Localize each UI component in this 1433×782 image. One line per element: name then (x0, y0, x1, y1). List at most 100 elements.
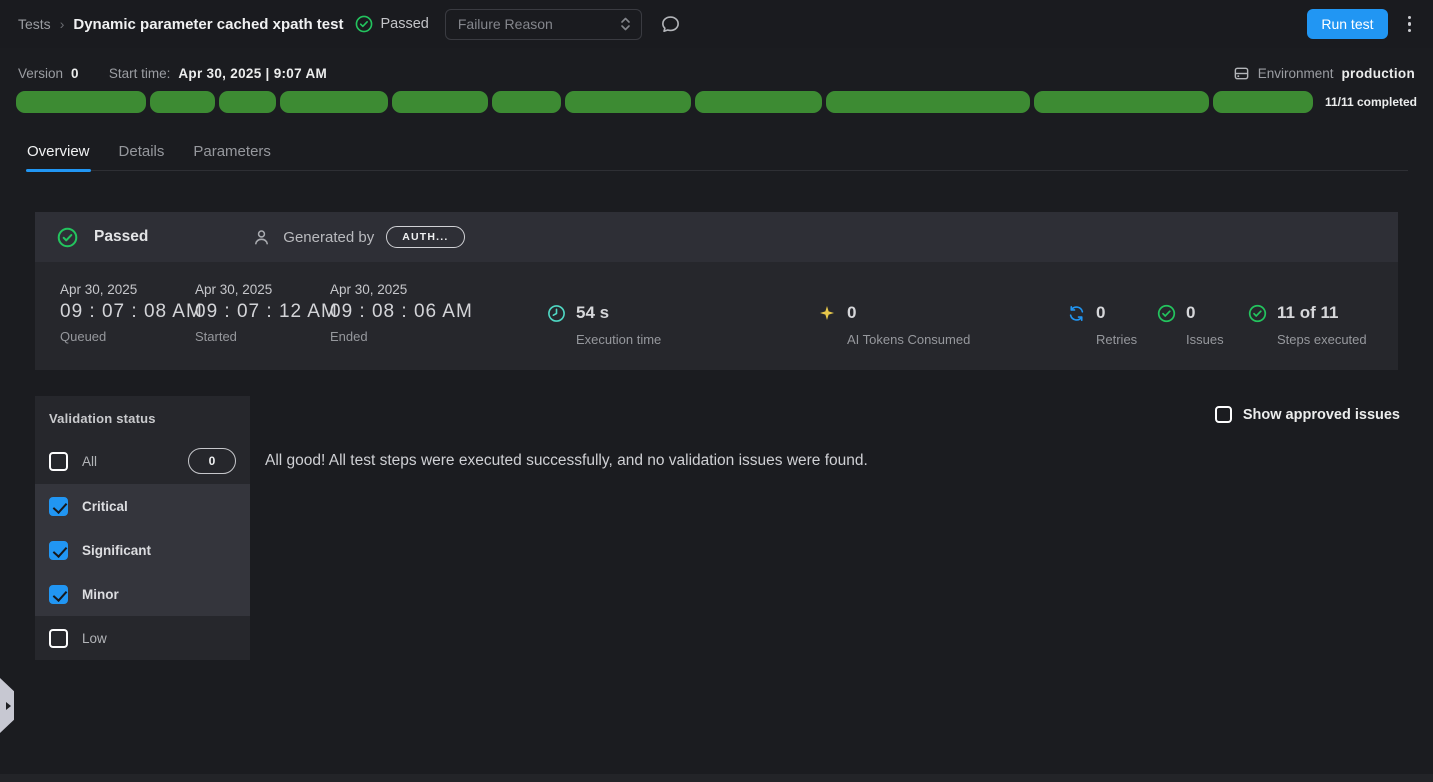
critical-checkbox[interactable] (49, 497, 68, 516)
metric-execution-time: 54 s Execution time (547, 303, 661, 347)
start-time-value: Apr 30, 2025 | 9:07 AM (178, 66, 327, 81)
show-approved-checkbox[interactable] (1215, 406, 1232, 423)
clock-icon (547, 303, 567, 323)
critical-label: Critical (82, 499, 128, 514)
metric-retries: 0 Retries (1067, 303, 1137, 347)
start-time-label: Start time: (109, 66, 171, 81)
significant-label: Significant (82, 543, 151, 558)
tab-parameters[interactable]: Parameters (192, 133, 272, 170)
filter-significant-row[interactable]: Significant (35, 528, 250, 572)
progress-segment (16, 91, 146, 113)
failure-reason-placeholder: Failure Reason (458, 16, 620, 32)
filter-low-row[interactable]: Low (35, 616, 250, 660)
generated-by-pill[interactable]: AUTH... (386, 226, 464, 248)
version-label: Version (18, 66, 63, 81)
progress-completed-label: 11/11 completed (1325, 95, 1417, 109)
filter-minor-row[interactable]: Minor (35, 572, 250, 616)
environment-label: Environment (1258, 66, 1334, 81)
tab-details[interactable]: Details (118, 133, 166, 170)
run-status-text: Passed (94, 228, 148, 246)
generated-by-label: Generated by (283, 229, 374, 246)
issues-label: Issues (1186, 332, 1224, 347)
progress-bar: 11/11 completed (16, 91, 1417, 113)
metric-ai-tokens: 0 AI Tokens Consumed (818, 303, 970, 347)
tab-bar: Overview Details Parameters (26, 133, 1408, 171)
all-count-badge: 0 (188, 448, 236, 474)
metric-steps-executed: 11 of 11 Steps executed (1248, 303, 1367, 347)
validation-status-title: Validation status (35, 396, 250, 438)
all-label: All (82, 454, 97, 469)
meta-row: Version 0 Start time: Apr 30, 2025 | 9:0… (0, 60, 1433, 86)
retries-label: Retries (1096, 332, 1137, 347)
progress-segment (392, 91, 488, 113)
progress-segment (280, 91, 388, 113)
issues-value: 0 (1186, 303, 1224, 323)
filter-critical-row[interactable]: Critical (35, 484, 250, 528)
run-summary-header: Passed Generated by AUTH... (35, 212, 1398, 262)
metric-issues: 0 Issues (1157, 303, 1224, 347)
low-label: Low (82, 631, 107, 646)
breadcrumb-separator: › (60, 16, 65, 32)
progress-segments (16, 91, 1313, 113)
check-circle-icon (1157, 303, 1177, 323)
ended-date: Apr 30, 2025 (330, 282, 473, 297)
timestamp-ended: Apr 30, 2025 09 : 08 : 06 AM Ended (330, 282, 473, 344)
queued-label: Queued (60, 329, 203, 344)
progress-segment (826, 91, 1029, 113)
progress-segment (492, 91, 562, 113)
top-bar: Tests › Dynamic parameter cached xpath t… (0, 0, 1433, 48)
more-menu-icon[interactable] (1408, 16, 1412, 33)
status-text: Passed (380, 16, 428, 32)
comment-icon[interactable] (660, 14, 681, 35)
environment-info: Environment production (1233, 65, 1415, 82)
progress-segment (1034, 91, 1209, 113)
no-issues-message: All good! All test steps were executed s… (265, 452, 868, 470)
started-time: 09 : 07 : 12 AM (195, 301, 338, 323)
timestamp-started: Apr 30, 2025 09 : 07 : 12 AM Started (195, 282, 338, 344)
ended-label: Ended (330, 329, 473, 344)
environment-value: production (1342, 66, 1416, 81)
started-label: Started (195, 329, 338, 344)
footer-bar (0, 774, 1433, 782)
minor-checkbox[interactable] (49, 585, 68, 604)
failure-reason-select[interactable]: Failure Reason (445, 9, 642, 40)
progress-segment (150, 91, 216, 113)
run-test-button[interactable]: Run test (1307, 9, 1387, 39)
expand-drawer-handle[interactable] (0, 678, 14, 733)
steps-executed-label: Steps executed (1277, 332, 1367, 347)
run-summary-card: Passed Generated by AUTH... Apr 30, 2025… (35, 212, 1398, 370)
breadcrumb-tests[interactable]: Tests (18, 16, 51, 32)
page-title: Dynamic parameter cached xpath test (73, 16, 343, 33)
execution-time-value: 54 s (576, 303, 661, 323)
all-checkbox[interactable] (49, 452, 68, 471)
run-summary-body: Apr 30, 2025 09 : 07 : 08 AM Queued Apr … (35, 262, 1398, 370)
chevron-updown-icon (620, 15, 631, 33)
environment-icon (1233, 65, 1250, 82)
progress-segment (1213, 91, 1313, 113)
ai-tokens-value: 0 (847, 303, 970, 323)
ai-tokens-label: AI Tokens Consumed (847, 332, 970, 347)
retries-value: 0 (1096, 303, 1137, 323)
execution-time-label: Execution time (576, 332, 661, 347)
started-date: Apr 30, 2025 (195, 282, 338, 297)
queued-date: Apr 30, 2025 (60, 282, 203, 297)
ended-time: 09 : 08 : 06 AM (330, 301, 473, 323)
progress-segment (695, 91, 823, 113)
show-approved-label: Show approved issues (1243, 407, 1400, 423)
tab-overview[interactable]: Overview (26, 133, 91, 170)
low-checkbox[interactable] (49, 629, 68, 648)
check-circle-icon (355, 15, 373, 33)
show-approved-issues-toggle[interactable]: Show approved issues (1215, 406, 1400, 423)
filter-all-row[interactable]: All 0 (35, 438, 250, 484)
minor-label: Minor (82, 587, 119, 602)
progress-segment (219, 91, 276, 113)
filter-checked-section: Critical Significant Minor (35, 484, 250, 616)
check-circle-icon (57, 227, 78, 248)
validation-status-panel: Validation status All 0 Critical Signifi… (35, 396, 250, 660)
status-badge: Passed (355, 15, 428, 33)
progress-segment (565, 91, 691, 113)
refresh-icon (1067, 303, 1087, 323)
queued-time: 09 : 07 : 08 AM (60, 301, 203, 323)
check-circle-icon (1248, 303, 1268, 323)
significant-checkbox[interactable] (49, 541, 68, 560)
